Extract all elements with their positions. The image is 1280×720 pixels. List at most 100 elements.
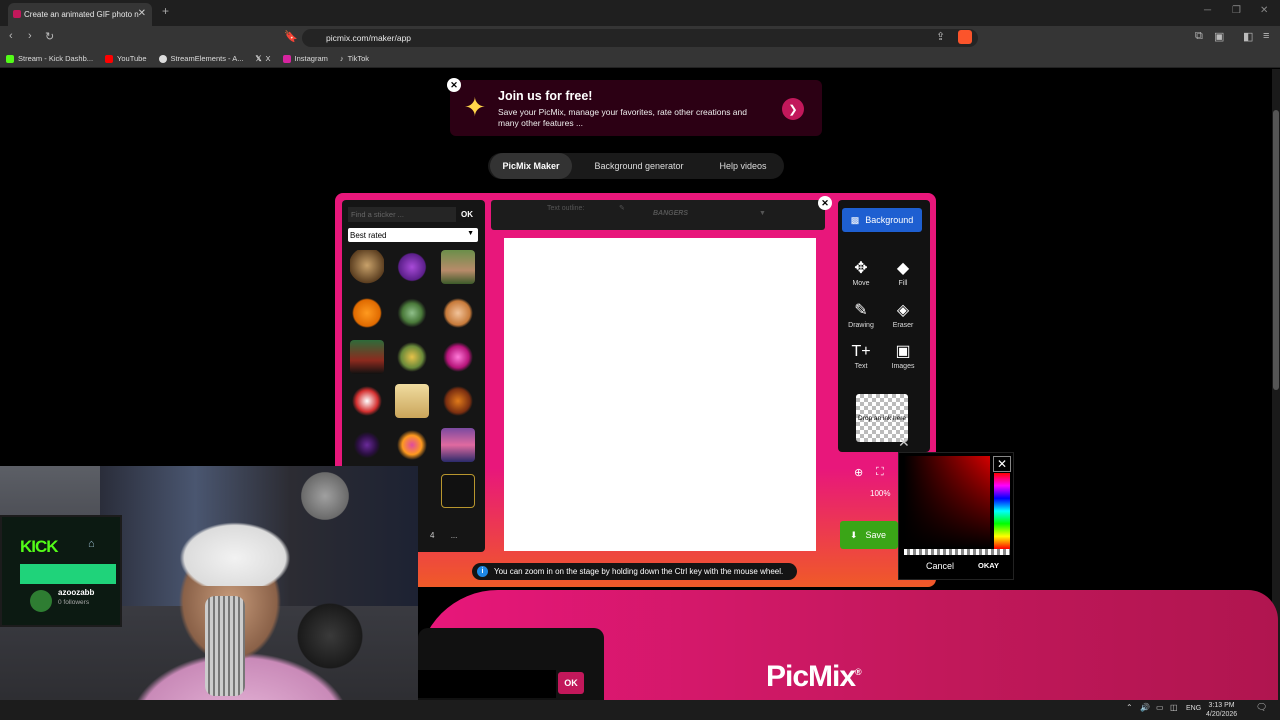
font-select[interactable]: BANGERS bbox=[653, 210, 688, 217]
sticker-item[interactable] bbox=[350, 428, 384, 462]
save-label: Save bbox=[865, 530, 887, 540]
reload-icon[interactable]: ↻ bbox=[45, 30, 54, 43]
banner-close-icon[interactable]: ✕ bbox=[447, 78, 461, 92]
footer-ok-button[interactable]: OK bbox=[558, 672, 584, 694]
tab-picmix-maker[interactable]: PicMix Maker bbox=[490, 153, 572, 179]
new-tab-icon[interactable]: + bbox=[162, 4, 169, 18]
sticker-item[interactable] bbox=[395, 428, 429, 462]
kick-followers: 0 followers bbox=[58, 599, 90, 606]
alpha-slider[interactable] bbox=[904, 549, 1010, 555]
kick-banner bbox=[20, 564, 116, 584]
restore-icon[interactable]: ❐ bbox=[1232, 5, 1241, 16]
bookmark-youtube[interactable]: YouTube bbox=[105, 54, 147, 63]
bookmark-instagram[interactable]: Instagram bbox=[282, 54, 328, 63]
move-tool[interactable]: ✥ Move bbox=[841, 254, 881, 294]
bookmark-x[interactable]: 𝕏X bbox=[255, 54, 270, 63]
back-icon[interactable]: ‹ bbox=[9, 30, 13, 42]
sticker-item[interactable] bbox=[441, 250, 475, 284]
sticker-item[interactable] bbox=[350, 296, 384, 330]
sticker-item[interactable] bbox=[441, 384, 475, 418]
sticker-item[interactable] bbox=[441, 296, 475, 330]
tab-close-icon[interactable]: ✕ bbox=[138, 8, 146, 19]
forward-icon[interactable]: › bbox=[28, 30, 32, 42]
sticker-item[interactable] bbox=[395, 296, 429, 330]
taskbar-clock[interactable]: 3:13 PM 4/20/2026 bbox=[1206, 701, 1237, 719]
sticker-item[interactable] bbox=[441, 340, 475, 374]
sticker-search-input[interactable]: Find a sticker ... bbox=[348, 207, 456, 222]
extensions-icon[interactable]: ⧉ bbox=[1195, 30, 1203, 43]
eraser-tool[interactable]: ◈ Eraser bbox=[883, 296, 923, 336]
eraser-icon: ◈ bbox=[896, 302, 910, 319]
sticker-item[interactable] bbox=[350, 340, 384, 374]
share-icon[interactable]: ⇪ bbox=[936, 30, 945, 43]
sticker-search-button[interactable]: OK bbox=[458, 207, 476, 222]
sticker-item[interactable] bbox=[350, 384, 384, 418]
info-icon: i bbox=[477, 566, 488, 577]
sticker-item[interactable] bbox=[441, 428, 475, 462]
pen-icon[interactable]: ✎ bbox=[619, 204, 625, 212]
okay-button[interactable]: OKAY bbox=[978, 561, 999, 570]
scrollbar-thumb[interactable] bbox=[1273, 110, 1279, 390]
zoom-icon[interactable]: ⊕ bbox=[854, 466, 863, 479]
fullscreen-icon[interactable]: ⛶ bbox=[876, 466, 884, 479]
text-icon: T+ bbox=[851, 343, 871, 360]
drop-close-icon[interactable]: ✕ bbox=[898, 434, 910, 451]
brave-icon[interactable] bbox=[958, 30, 972, 44]
bookmark-kick[interactable]: Stream - Kick Dashb... bbox=[6, 54, 93, 63]
avatar bbox=[30, 590, 52, 612]
speaker-icon[interactable]: 🔊 bbox=[1140, 703, 1150, 712]
editor-close-icon[interactable]: ✕ bbox=[818, 196, 832, 210]
battery-icon[interactable]: ▭ bbox=[1156, 703, 1164, 712]
sticker-item[interactable] bbox=[395, 340, 429, 374]
hue-slider[interactable] bbox=[994, 473, 1010, 549]
notification-icon[interactable]: 🗨 bbox=[1256, 702, 1267, 713]
drawing-tool[interactable]: ✎ Drawing bbox=[841, 296, 881, 336]
sticker-item[interactable] bbox=[395, 250, 429, 284]
language-indicator[interactable]: ENG bbox=[1186, 705, 1201, 712]
cancel-button[interactable]: Cancel bbox=[926, 561, 954, 571]
stage-canvas[interactable] bbox=[504, 238, 816, 551]
sticker-pagination[interactable]: 4 ... bbox=[430, 531, 457, 540]
background-button[interactable]: ▩ Background bbox=[842, 208, 922, 232]
minimize-icon[interactable]: ─ bbox=[1204, 5, 1211, 16]
bookmark-tiktok[interactable]: ♪ TikTok bbox=[340, 54, 369, 63]
tray-chevron-icon[interactable]: ⌃ bbox=[1126, 703, 1133, 712]
wallet-icon[interactable]: ▣ bbox=[1214, 30, 1224, 43]
network-icon[interactable]: ◫ bbox=[1170, 703, 1178, 712]
bookmarks-bar: Stream - Kick Dashb... YouTube StreamEle… bbox=[0, 50, 1280, 68]
youtube-icon bbox=[105, 54, 114, 63]
text-tool[interactable]: T+ Text bbox=[841, 337, 881, 377]
person-cap bbox=[170, 516, 300, 586]
sidebar-icon[interactable]: ◧ bbox=[1243, 30, 1253, 43]
fill-tool[interactable]: ◆ Fill bbox=[883, 254, 923, 294]
bookmark-icon[interactable]: 🔖 bbox=[284, 30, 298, 43]
address-bar[interactable]: picmix.com/maker/app bbox=[302, 29, 978, 47]
gift-icon: ⌂ bbox=[88, 538, 95, 550]
tab-help-videos[interactable]: Help videos bbox=[712, 153, 774, 179]
chevron-down-icon[interactable]: ▼ bbox=[759, 210, 766, 217]
bookmark-streamelements[interactable]: StreamElements - A... bbox=[158, 54, 243, 63]
tab-background-generator[interactable]: Background generator bbox=[586, 153, 692, 179]
background-icon: ▩ bbox=[850, 214, 860, 225]
images-tool[interactable]: ▣ Images bbox=[883, 337, 923, 377]
tip-text: You can zoom in on the stage by holding … bbox=[494, 567, 784, 576]
join-banner[interactable]: ✦ Join us for free! Save your PicMix, ma… bbox=[450, 80, 822, 136]
kick-icon bbox=[6, 54, 14, 63]
browser-tab[interactable]: Create an animated GIF photo n ✕ bbox=[8, 3, 152, 26]
sticker-item[interactable] bbox=[395, 384, 429, 418]
sticker-item[interactable] bbox=[441, 474, 475, 508]
page-number[interactable]: 4 bbox=[430, 531, 434, 540]
saturation-value-area[interactable] bbox=[904, 456, 990, 548]
save-button[interactable]: ⬇ Save bbox=[840, 521, 898, 549]
window-close-icon[interactable]: ✕ bbox=[1260, 5, 1268, 16]
footer-input[interactable] bbox=[418, 670, 556, 698]
background-label: Background bbox=[865, 215, 914, 225]
menu-icon[interactable]: ≡ bbox=[1263, 30, 1269, 42]
chevron-right-icon[interactable]: ❯ bbox=[782, 98, 804, 120]
page-more[interactable]: ... bbox=[451, 531, 458, 540]
picker-close-icon[interactable]: ✕ bbox=[993, 456, 1011, 472]
sticker-item[interactable] bbox=[350, 250, 384, 284]
sticker-sort-select[interactable]: Best rated ▼ bbox=[348, 228, 478, 242]
brush-icon: ✎ bbox=[854, 302, 868, 319]
sort-value: Best rated bbox=[350, 230, 387, 240]
